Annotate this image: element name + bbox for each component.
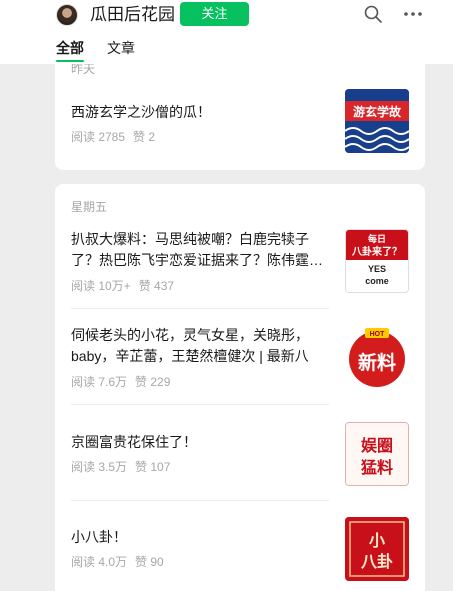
avatar[interactable] bbox=[56, 4, 78, 26]
thumbnail-text: 娱圈 bbox=[361, 436, 393, 455]
article-title[interactable]: 扒叔大爆料：马思纯被嘲？白鹿完犊子了？热巴陈飞宇恋爱证据来了？陈伟霆… bbox=[71, 229, 327, 271]
article-group-friday: 星期五 扒叔大爆料：马思纯被嘲？白鹿完犊子了？热巴陈飞宇恋爱证据来了？陈伟霆… … bbox=[55, 184, 425, 591]
article-title[interactable]: 西游玄学之沙僧的瓜！ bbox=[71, 102, 327, 123]
article-thumbnail[interactable]: 游玄学故 bbox=[345, 89, 409, 153]
tab-bar: 全部 文章 bbox=[0, 36, 453, 64]
thumbnail-text: 新料 bbox=[358, 351, 396, 374]
thumbnail-badge: HOT bbox=[370, 331, 386, 338]
article-thumbnail[interactable]: 小 八卦 bbox=[345, 517, 409, 581]
article-title[interactable]: 京圈富贵花保住了！ bbox=[71, 432, 327, 453]
article-thumbnail[interactable]: HOT 新料 bbox=[345, 325, 409, 389]
tab-articles[interactable]: 文章 bbox=[107, 38, 135, 58]
article-thumbnail[interactable]: 娱圈 猛料 bbox=[345, 422, 409, 486]
article-meta: 阅读 2785 赞 2 bbox=[71, 128, 155, 145]
divider bbox=[71, 500, 329, 501]
thumbnail-text: 每日 bbox=[368, 233, 386, 244]
thumbnail-text: 八卦来了？ bbox=[351, 245, 402, 258]
follow-button[interactable]: 关注 bbox=[180, 2, 249, 26]
divider bbox=[71, 404, 329, 405]
search-icon[interactable] bbox=[363, 4, 383, 24]
more-icon[interactable] bbox=[402, 4, 424, 24]
article-meta: 阅读 7.6万赞 229 bbox=[71, 373, 170, 390]
entertainment-news-image: 娱圈 猛料 bbox=[346, 423, 408, 485]
thumbnail-text: 八卦 bbox=[360, 552, 393, 571]
daily-gossip-image: 每日 八卦来了？ YES come bbox=[346, 230, 408, 292]
read-count: 阅读 2785 bbox=[71, 130, 126, 144]
article-thumbnail[interactable]: 每日 八卦来了？ YES come bbox=[345, 229, 409, 293]
article-meta: 阅读 3.5万赞 107 bbox=[71, 458, 170, 475]
read-count: 阅读 3.5万 bbox=[71, 460, 128, 474]
article-meta: 阅读 4.0万赞 90 bbox=[71, 553, 164, 570]
thumbnail-text: 猛料 bbox=[360, 458, 393, 477]
like-count: 赞 229 bbox=[135, 375, 171, 389]
like-count: 赞 107 bbox=[135, 460, 171, 474]
thumbnail-text: come bbox=[365, 276, 389, 286]
thumbnail-text: 游玄学故 bbox=[353, 104, 402, 119]
profile-header: 瓜田后花园 关注 全部 文章 bbox=[0, 0, 453, 64]
read-count: 阅读 4.0万 bbox=[71, 555, 128, 569]
read-count: 阅读 7.6万 bbox=[71, 375, 128, 389]
hot-news-image: HOT 新料 bbox=[345, 325, 409, 389]
active-tab-indicator bbox=[56, 60, 84, 62]
small-gossip-image: 小 八卦 bbox=[345, 517, 409, 581]
account-name[interactable]: 瓜田后花园 bbox=[90, 5, 175, 25]
article-title[interactable]: 小八卦！ bbox=[71, 527, 327, 548]
day-label: 星期五 bbox=[71, 200, 108, 214]
wave-pattern-image: 游玄学故 bbox=[345, 89, 409, 153]
thumbnail-text: 小 bbox=[369, 532, 385, 550]
read-count: 阅读 10万+ bbox=[71, 279, 131, 293]
thumbnail-text: YES bbox=[368, 264, 386, 274]
tab-all[interactable]: 全部 bbox=[56, 38, 84, 58]
divider bbox=[71, 308, 329, 309]
like-count: 赞 90 bbox=[135, 555, 164, 569]
article-title[interactable]: 伺候老头的小花，灵气女星，关晓彤，baby，辛芷蕾，王楚然檀健次 | 最新八卦… bbox=[71, 325, 327, 367]
like-count: 赞 2 bbox=[133, 130, 156, 144]
like-count: 赞 437 bbox=[138, 279, 175, 293]
article-meta: 阅读 10万+ 赞 437 bbox=[71, 277, 174, 294]
